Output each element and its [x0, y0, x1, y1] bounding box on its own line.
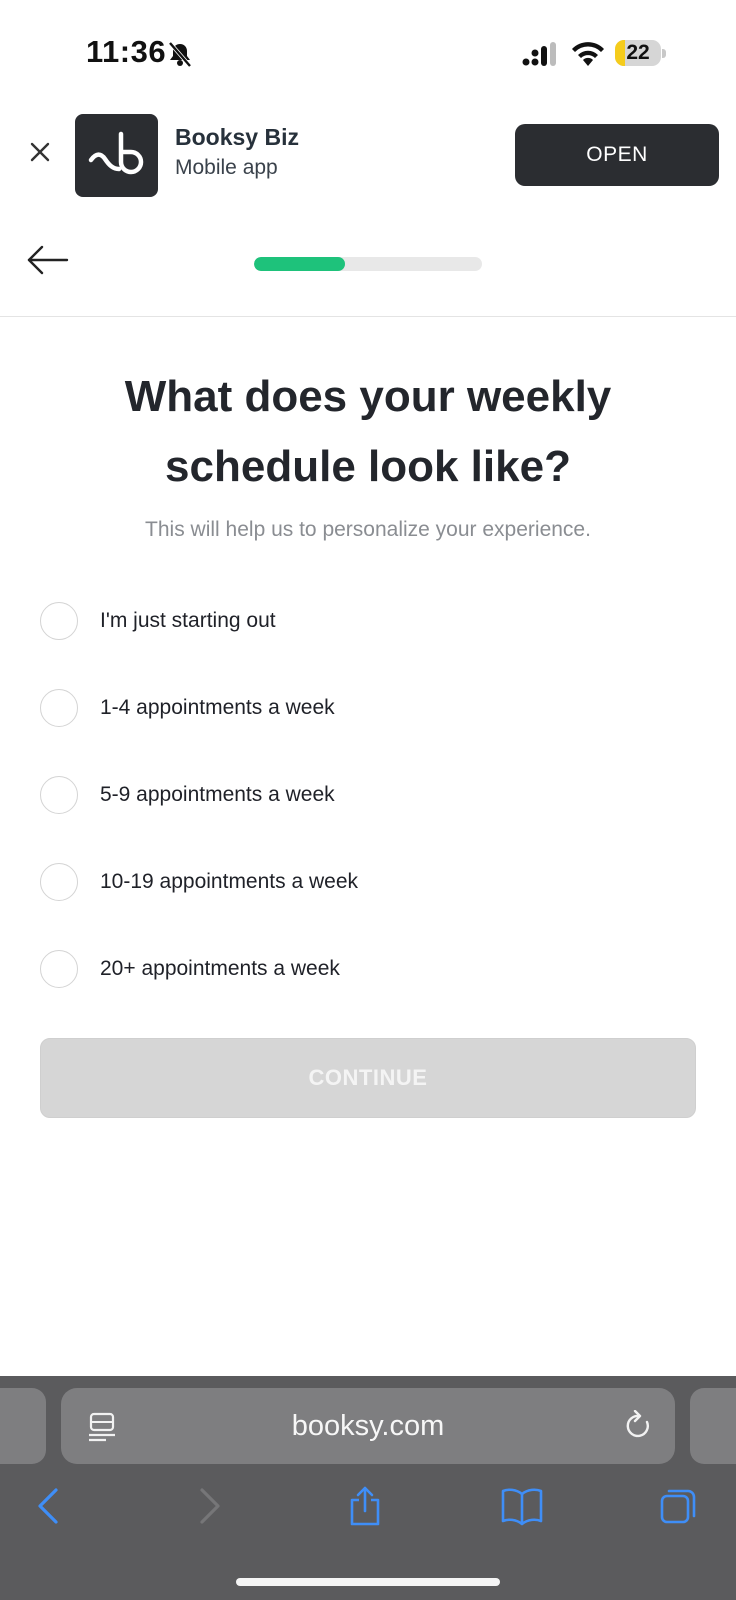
wifi-icon [572, 42, 604, 66]
radio-button[interactable] [40, 950, 78, 988]
forward-chevron-icon [200, 1488, 220, 1524]
option-label: 1-4 appointments a week [100, 696, 335, 719]
app-subtitle: Mobile app [175, 156, 278, 179]
option-5-9[interactable]: 5-9 appointments a week [40, 776, 540, 818]
bookmarks-icon[interactable] [500, 1486, 544, 1526]
continue-button[interactable]: CONTINUE [40, 1038, 696, 1118]
option-label: 10-19 appointments a week [100, 870, 358, 893]
status-time: 11:36 [86, 34, 167, 69]
option-label: I'm just starting out [100, 609, 276, 632]
option-starting-out[interactable]: I'm just starting out [40, 602, 540, 644]
option-20-plus[interactable]: 20+ appointments a week [40, 950, 540, 992]
header-divider [0, 316, 736, 317]
bell-slash-icon [168, 41, 192, 68]
back-arrow-icon[interactable] [27, 245, 69, 275]
option-label: 20+ appointments a week [100, 957, 340, 980]
home-indicator [236, 1578, 500, 1586]
booksy-logo-icon [88, 131, 144, 175]
page-subtitle: This will help us to personalize your ex… [145, 518, 591, 541]
app-icon[interactable] [75, 114, 158, 197]
battery-icon: 22 [615, 40, 667, 68]
back-chevron-icon[interactable] [36, 1486, 60, 1526]
battery-level: 22 [626, 41, 650, 64]
option-label: 5-9 appointments a week [100, 783, 335, 806]
option-10-19[interactable]: 10-19 appointments a week [40, 863, 540, 905]
reader-icon[interactable] [88, 1412, 116, 1442]
url-text[interactable]: booksy.com [61, 1388, 675, 1464]
radio-button[interactable] [40, 863, 78, 901]
close-icon[interactable] [28, 140, 52, 164]
tabs-icon[interactable] [658, 1486, 698, 1526]
share-icon[interactable] [348, 1486, 382, 1526]
cellular-signal-icon [522, 42, 556, 66]
progress-fill [254, 257, 346, 271]
progress-bar [254, 257, 482, 271]
radio-button[interactable] [40, 602, 78, 640]
radio-button[interactable] [40, 776, 78, 814]
page-title: What does your weekly schedule look like… [124, 372, 612, 491]
open-app-button[interactable]: OPEN [515, 124, 719, 186]
radio-button[interactable] [40, 689, 78, 727]
next-tab-preview[interactable] [690, 1388, 736, 1464]
option-1-4[interactable]: 1-4 appointments a week [40, 689, 540, 731]
reload-icon[interactable] [624, 1410, 654, 1442]
app-name: Booksy Biz [175, 124, 299, 150]
previous-tab-preview[interactable] [0, 1388, 46, 1464]
